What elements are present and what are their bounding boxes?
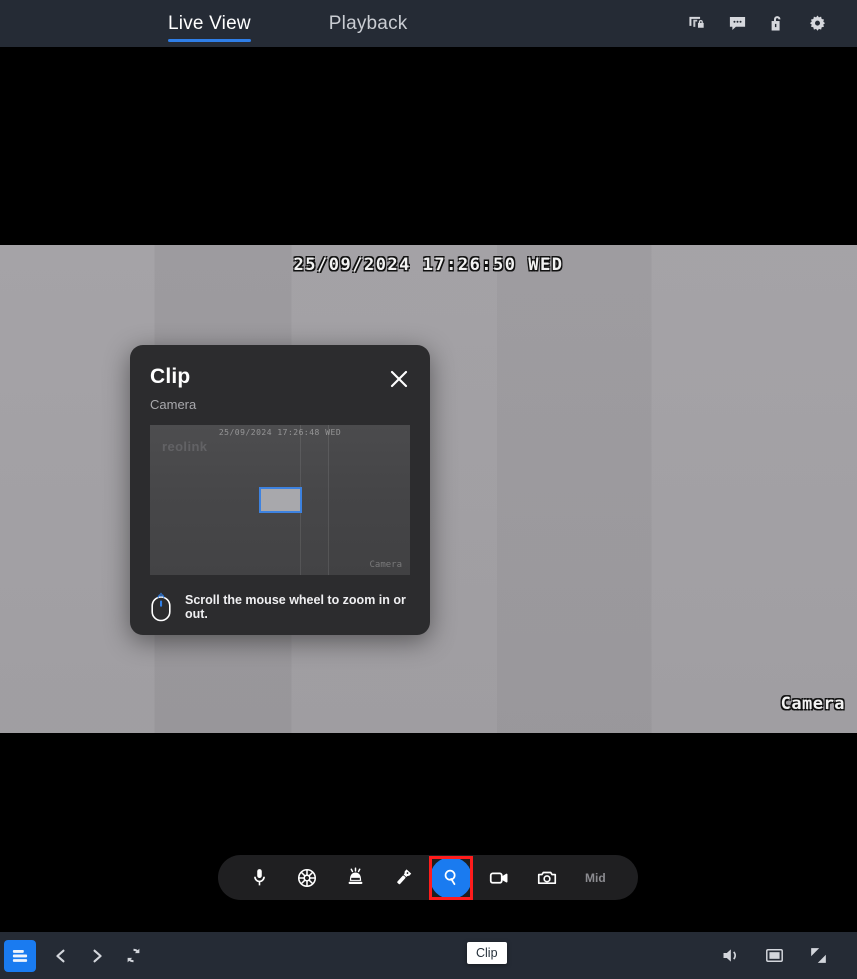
clip-dialog-subtitle: Camera bbox=[150, 397, 197, 412]
camera-control-toolbar: Mid bbox=[218, 855, 638, 900]
tab-live-view[interactable]: Live View bbox=[168, 0, 251, 47]
zoom-clip-icon[interactable] bbox=[427, 855, 475, 900]
list-menu-icon[interactable] bbox=[4, 939, 36, 972]
flashlight-icon[interactable] bbox=[379, 855, 427, 900]
previous-icon[interactable] bbox=[50, 945, 72, 967]
bottom-status-bar bbox=[0, 932, 857, 979]
alarm-light-icon[interactable] bbox=[331, 855, 379, 900]
video-osd-camera-label: Camera bbox=[780, 694, 845, 714]
microphone-icon[interactable] bbox=[235, 855, 283, 900]
refresh-icon[interactable] bbox=[122, 945, 144, 967]
clip-dialog-hint: Scroll the mouse wheel to zoom in or out… bbox=[150, 592, 410, 622]
status-bar-left-icons bbox=[50, 945, 144, 967]
toolbar-tooltip: Clip bbox=[467, 942, 507, 964]
video-record-icon[interactable] bbox=[475, 855, 523, 900]
pip-icon[interactable] bbox=[763, 945, 785, 967]
tab-playback[interactable]: Playback bbox=[329, 0, 408, 47]
stream-quality-label[interactable]: Mid bbox=[585, 871, 606, 885]
siren-icon[interactable] bbox=[283, 855, 331, 900]
tab-playback-label: Playback bbox=[328, 12, 408, 34]
thumbnail-camera-label: Camera bbox=[369, 560, 402, 570]
thumbnail-brand-watermark: reolink bbox=[162, 439, 208, 454]
tab-live-view-label: Live View bbox=[168, 12, 251, 34]
app-root: Live View Playback 25/09/2024 17:26:50 W… bbox=[0, 0, 857, 979]
next-icon[interactable] bbox=[86, 945, 108, 967]
top-bar-icon-group bbox=[688, 0, 827, 47]
thumbnail-timestamp: 25/09/2024 17:26:48 WED bbox=[218, 428, 342, 437]
video-stage[interactable]: 25/09/2024 17:26:50 WED Camera Clip Came… bbox=[0, 47, 857, 964]
top-navigation-bar: Live View Playback bbox=[0, 0, 857, 47]
mouse-scroll-icon bbox=[150, 592, 172, 622]
clip-thumbnail-preview[interactable]: 25/09/2024 17:26:48 WED reolink Camera bbox=[150, 425, 410, 575]
clip-dialog-header: Clip bbox=[150, 365, 410, 390]
unlock-icon[interactable] bbox=[768, 14, 787, 33]
chat-bubble-icon[interactable] bbox=[728, 14, 747, 33]
screen-lock-icon[interactable] bbox=[688, 14, 707, 33]
close-icon[interactable] bbox=[388, 368, 410, 390]
photo-snapshot-icon[interactable] bbox=[523, 855, 571, 900]
gear-icon[interactable] bbox=[808, 14, 827, 33]
video-osd-timestamp: 25/09/2024 17:26:50 WED bbox=[293, 255, 564, 275]
clip-dialog-title: Clip bbox=[150, 365, 191, 388]
volume-icon[interactable] bbox=[719, 945, 741, 967]
clip-dialog: Clip Camera 25/09/2024 17:26:48 WED reol… bbox=[130, 345, 430, 635]
tab-group: Live View Playback bbox=[168, 0, 407, 47]
clip-dialog-hint-text: Scroll the mouse wheel to zoom in or out… bbox=[185, 593, 406, 621]
fullscreen-icon[interactable] bbox=[807, 945, 829, 967]
status-bar-right-icons bbox=[719, 945, 829, 967]
zoom-selection-rectangle[interactable] bbox=[259, 487, 302, 513]
